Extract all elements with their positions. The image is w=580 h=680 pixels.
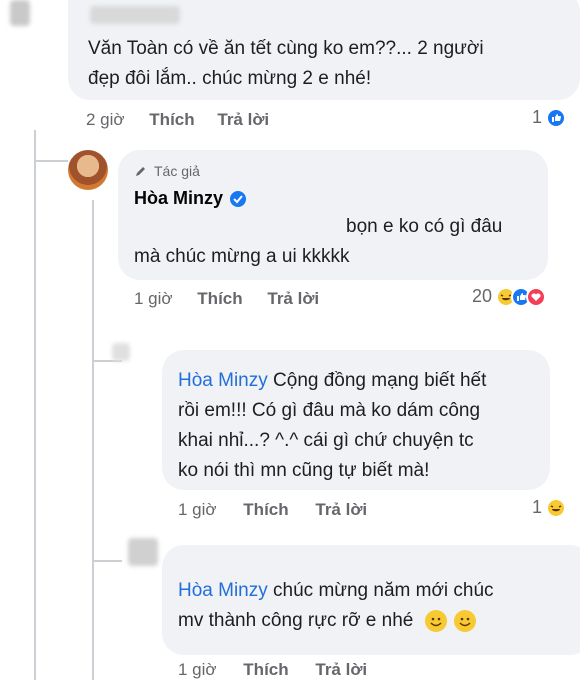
timestamp[interactable]: 1 giờ xyxy=(178,660,217,679)
comment-text: Văn Toàn có về ăn tết cùng ko em??... 2 … xyxy=(88,34,484,94)
reaction-summary[interactable]: 1 xyxy=(532,497,567,518)
comment-text-line: mv thành công rực rỡ e nhé xyxy=(178,606,558,636)
comment-meta: 1 giờ Thích Trả lời xyxy=(178,660,367,680)
reply-button[interactable]: Trả lời xyxy=(315,660,367,679)
avatar[interactable] xyxy=(10,0,30,26)
reply-button[interactable]: Trả lời xyxy=(267,289,319,308)
comment-text-line: ko nói thì mn cũng tự biết mà! xyxy=(178,460,430,481)
comment-text-line: Hòa Minzy Cộng đồng mạng biết hết xyxy=(178,366,538,396)
timestamp[interactable]: 1 giờ xyxy=(134,289,173,308)
reply-button[interactable]: Trả lời xyxy=(217,110,269,129)
reaction-summary[interactable]: 20 xyxy=(472,286,547,307)
timestamp[interactable]: 1 giờ xyxy=(178,500,217,519)
comment-text-line: Văn Toàn có về ăn tết cùng ko em??... 2 … xyxy=(88,38,484,59)
comment-text-part: chúc mừng năm mới chúc xyxy=(267,580,494,601)
comment-meta: 1 giờ Thích Trả lời xyxy=(134,289,319,309)
comment-meta: 1 giờ Thích Trả lời xyxy=(178,500,367,520)
comment-text: Hòa Minzy chúc mừng năm mới chúc mv thàn… xyxy=(178,576,558,636)
comment-text-line: khai nhỉ...? ^.^ cái gì chứ chuyện tc xyxy=(178,430,474,451)
reaction-count: 20 xyxy=(472,286,493,306)
reaction-count: 1 xyxy=(532,107,543,127)
love-reaction-icon xyxy=(526,286,547,307)
comment-text-line: đẹp đôi lắm.. chúc mừng 2 e nhé! xyxy=(88,68,372,89)
pencil-icon xyxy=(136,167,145,176)
smile-emoji-icon xyxy=(453,609,476,632)
avatar[interactable] xyxy=(68,150,108,190)
mention-link[interactable]: Hòa Minzy xyxy=(178,580,268,601)
timestamp[interactable]: 2 giờ xyxy=(86,110,125,129)
comment-text-line: bọn e ko có gì đâu xyxy=(346,216,503,237)
smile-emoji-icon xyxy=(424,609,447,632)
author-name[interactable]: Hòa Minzy xyxy=(134,188,223,209)
haha-reaction-icon xyxy=(546,497,567,518)
avatar[interactable] xyxy=(128,538,158,566)
comment-text-part: mv thành công rực rỡ e nhé xyxy=(178,610,414,631)
comment-text: Hòa Minzy Cộng đồng mạng biết hết rồi em… xyxy=(178,366,538,486)
thread-connector-3 xyxy=(92,560,122,562)
comment-text-line: Hòa Minzy chúc mừng năm mới chúc xyxy=(178,576,558,606)
author-badge: Tác giả xyxy=(134,163,200,179)
avatar[interactable] xyxy=(112,343,130,361)
mention-link[interactable]: Hòa Minzy xyxy=(178,370,268,391)
reaction-summary[interactable]: 1 xyxy=(532,107,567,128)
thread-line-sub xyxy=(92,200,94,680)
comment-text-line: rồi em!!! Có gì đâu mà ko dám công xyxy=(178,400,481,421)
like-reaction-icon xyxy=(546,107,567,128)
reply-button[interactable]: Trả lời xyxy=(315,500,367,519)
commenter-name-blurred xyxy=(90,6,180,24)
like-button[interactable]: Thích xyxy=(243,660,288,679)
author-name-row: Hòa Minzy xyxy=(134,188,247,209)
author-badge-label: Tác giả xyxy=(154,163,200,179)
verified-badge-icon xyxy=(230,190,247,207)
thread-line-main xyxy=(34,130,36,680)
thread-connector-1 xyxy=(34,160,68,162)
like-button[interactable]: Thích xyxy=(197,289,242,308)
comment-text-line: mà chúc mừng a ui kkkkk xyxy=(134,246,350,267)
reaction-count: 1 xyxy=(532,497,543,517)
like-button[interactable]: Thích xyxy=(243,500,288,519)
comment-text-part: Cộng đồng mạng biết hết xyxy=(267,370,487,391)
comment-meta: 2 giờ Thích Trả lời xyxy=(86,110,269,130)
comment-text: bọn e ko có gì đâu mà chúc mừng a ui kkk… xyxy=(134,212,534,272)
like-button[interactable]: Thích xyxy=(149,110,194,129)
